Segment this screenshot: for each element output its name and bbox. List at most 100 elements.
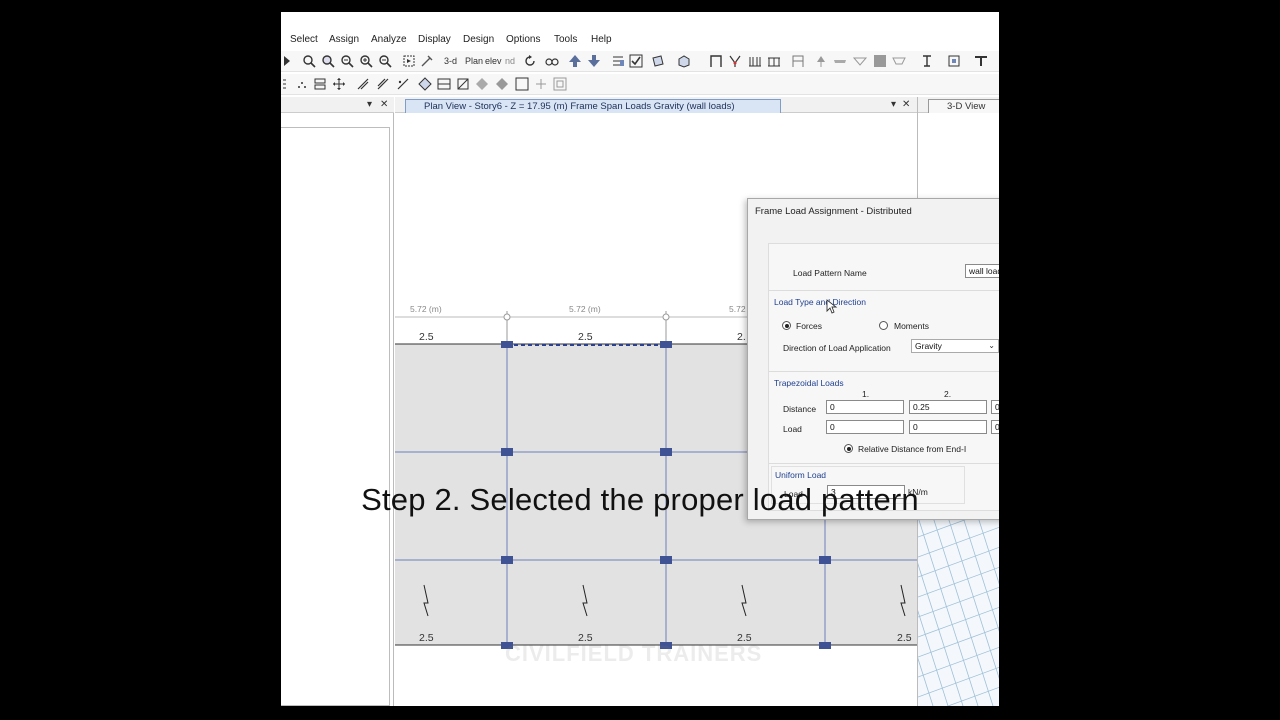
- column-b1[interactable]: [501, 341, 513, 348]
- draw-toolbar: [281, 74, 999, 95]
- frame-icon[interactable]: [709, 54, 723, 68]
- divider: [769, 463, 999, 464]
- menu-assign[interactable]: Assign: [329, 34, 359, 45]
- shell-icon[interactable]: [651, 54, 665, 68]
- rubber-band-icon[interactable]: [420, 54, 434, 68]
- slab-icon[interactable]: [833, 54, 847, 68]
- draw-opening-icon[interactable]: [515, 77, 529, 91]
- draw-beam-icon[interactable]: [356, 77, 370, 91]
- panel-dropdown-icon[interactable]: ▾: [367, 99, 372, 110]
- pan-icon[interactable]: [402, 54, 416, 68]
- grid-bubble-b: [503, 313, 511, 321]
- rotate-icon[interactable]: [523, 54, 537, 68]
- brace-icon[interactable]: [728, 54, 742, 68]
- view-plan-button[interactable]: Plan: [465, 56, 483, 66]
- set-display-icon[interactable]: [611, 54, 625, 68]
- draw-brace-icon[interactable]: [376, 77, 390, 91]
- trapezoidal-group-label: Trapezoidal Loads: [774, 378, 844, 388]
- zoom-out-icon[interactable]: [378, 54, 392, 68]
- column-d4[interactable]: [819, 642, 831, 649]
- view-elev-button[interactable]: elev: [485, 56, 502, 66]
- mouse-cursor-icon: [826, 299, 838, 314]
- column-d3[interactable]: [819, 556, 831, 564]
- plan-view-tab[interactable]: Plan View - Story6 - Z = 17.95 (m) Frame…: [405, 99, 781, 113]
- watermark: CIVILFIELD TRAINERS: [505, 641, 763, 666]
- model-explorer-tree[interactable]: [281, 127, 390, 706]
- check-icon[interactable]: [629, 54, 643, 68]
- area-icon[interactable]: [873, 54, 887, 68]
- column-c3[interactable]: [660, 556, 672, 564]
- column-c1[interactable]: [660, 341, 672, 348]
- 3d-view-tab[interactable]: 3-D View: [928, 99, 999, 113]
- direction-value: Gravity: [915, 341, 942, 351]
- menu-tools[interactable]: Tools: [554, 34, 577, 45]
- span-dimension-label: 5.72: [729, 304, 746, 314]
- column-b3[interactable]: [501, 556, 513, 564]
- panel-close-icon[interactable]: ✕: [380, 99, 388, 110]
- draw-slab-icon[interactable]: [495, 77, 509, 91]
- column-c2[interactable]: [660, 448, 672, 456]
- frame-section-icon[interactable]: [947, 54, 961, 68]
- view-3d-button[interactable]: 3-d: [444, 56, 457, 66]
- distance-field-2[interactable]: 0.25: [909, 400, 987, 414]
- box-icon[interactable]: [677, 54, 691, 68]
- menu-analyze[interactable]: Analyze: [371, 34, 407, 45]
- move-down-icon[interactable]: [587, 54, 601, 68]
- moments-radio[interactable]: [879, 321, 888, 330]
- load-value-label: 2.: [737, 331, 746, 343]
- view-nd-button[interactable]: nd: [505, 56, 515, 66]
- load-field-2[interactable]: 0: [909, 420, 987, 434]
- quick-area-icon[interactable]: [456, 77, 470, 91]
- relative-distance-label: Relative Distance from End-I: [858, 444, 967, 454]
- perspective-icon[interactable]: [545, 54, 559, 68]
- distance-label: Distance: [783, 404, 817, 414]
- menu-options[interactable]: Options: [506, 34, 540, 45]
- zoom-in-icon[interactable]: [359, 54, 373, 68]
- zoom-icon[interactable]: [302, 54, 316, 68]
- deck-icon[interactable]: [853, 54, 867, 68]
- menu-select[interactable]: Select: [290, 34, 318, 45]
- 3d-model-mesh[interactable]: [918, 517, 999, 706]
- columns-icon[interactable]: [748, 54, 762, 68]
- play-icon[interactable]: [281, 54, 295, 68]
- draw-frame-icon[interactable]: [313, 77, 327, 91]
- menu-design[interactable]: Design: [463, 34, 494, 45]
- draw-dimension-icon[interactable]: [553, 77, 567, 91]
- menu-display[interactable]: Display: [418, 34, 451, 45]
- forces-radio[interactable]: [782, 321, 791, 330]
- direction-select[interactable]: Gravity ⌄: [911, 339, 999, 353]
- load-pattern-select[interactable]: wall loads: [965, 264, 999, 278]
- zoom-restore-icon[interactable]: [340, 54, 354, 68]
- draw-rect-area-icon[interactable]: [437, 77, 451, 91]
- menu-help[interactable]: Help: [591, 34, 612, 45]
- distance-field-1[interactable]: 0: [826, 400, 904, 414]
- move-icon[interactable]: [332, 77, 346, 91]
- wall-icon[interactable]: [791, 54, 805, 68]
- 3d-view-titlebar: 3-D View: [918, 97, 999, 113]
- relative-distance-radio[interactable]: [844, 444, 853, 453]
- opening-icon[interactable]: [892, 54, 906, 68]
- text-icon[interactable]: [920, 54, 934, 68]
- point-load-icon[interactable]: [814, 54, 828, 68]
- menu-bar: Select Assign Analyze Display Design Opt…: [281, 30, 999, 50]
- move-up-icon[interactable]: [568, 54, 582, 68]
- column-b2[interactable]: [501, 448, 513, 456]
- frame-load-dialog: Frame Load Assignment - Distributed Load…: [747, 198, 999, 520]
- plan-close-icon[interactable]: ✕: [902, 99, 910, 110]
- tee-icon[interactable]: [974, 54, 988, 68]
- beams-icon[interactable]: [767, 54, 781, 68]
- load-field-1[interactable]: 0: [826, 420, 904, 434]
- draw-secondary-icon[interactable]: [396, 77, 410, 91]
- load-label: Load: [783, 424, 802, 434]
- draw-joint-icon[interactable]: [295, 77, 309, 91]
- draw-point-icon[interactable]: [281, 77, 295, 91]
- distance-field-3[interactable]: 0.: [991, 400, 999, 414]
- zoom-window-icon[interactable]: [321, 54, 335, 68]
- load-field-3[interactable]: 0: [991, 420, 999, 434]
- column-header-2: 2.: [944, 389, 952, 399]
- draw-link-icon[interactable]: [534, 77, 548, 91]
- draw-wall-icon[interactable]: [475, 77, 489, 91]
- draw-area-icon[interactable]: [418, 77, 432, 91]
- plan-dropdown-icon[interactable]: ▾: [891, 99, 896, 110]
- plan-view-titlebar: Plan View - Story6 - Z = 17.95 (m) Frame…: [395, 97, 917, 113]
